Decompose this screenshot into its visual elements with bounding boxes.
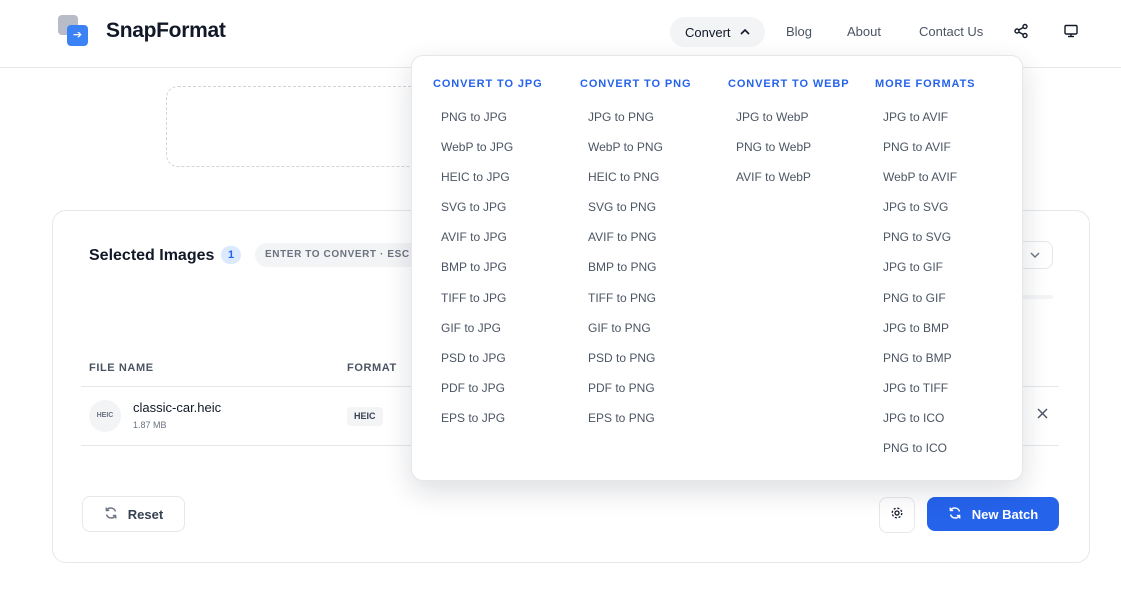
chevron-down-icon: [1030, 250, 1040, 262]
menu-item[interactable]: TIFF to PNG: [588, 288, 691, 318]
menu-item[interactable]: JPG to ICO: [883, 408, 975, 438]
reset-label: Reset: [127, 506, 164, 522]
column-header-format: FORMAT: [347, 362, 397, 374]
menu-column-more: MORE FORMATS JPG to AVIF PNG to AVIF Web…: [875, 78, 975, 468]
convert-dropdown-menu: CONVERT TO JPG PNG to JPG WebP to JPG HE…: [411, 55, 1023, 481]
menu-item[interactable]: AVIF to PNG: [588, 227, 691, 257]
menu-item[interactable]: SVG to JPG: [441, 197, 543, 227]
menu-item[interactable]: PNG to SVG: [883, 227, 975, 257]
brand-logo[interactable]: ➔ SnapFormat: [58, 15, 226, 47]
menu-column-heading: CONVERT TO PNG: [580, 78, 692, 90]
card-title: Selected Images: [89, 247, 215, 264]
menu-item[interactable]: HEIC to JPG: [441, 167, 543, 197]
close-icon[interactable]: [1033, 406, 1051, 422]
file-name: classic-car.heic: [133, 400, 222, 415]
brand-name: SnapFormat: [106, 19, 226, 42]
nav-convert-button[interactable]: Convert: [670, 17, 765, 47]
menu-item[interactable]: HEIC to PNG: [588, 167, 691, 197]
chevron-up-icon: [739, 27, 750, 38]
nav-contact-link[interactable]: Contact Us: [919, 24, 983, 39]
new-batch-button[interactable]: New Batch: [927, 497, 1059, 531]
menu-item[interactable]: PNG to BMP: [883, 348, 975, 378]
share-icon[interactable]: [1013, 23, 1029, 39]
keyboard-hint: ENTER TO CONVERT · ESC T: [255, 243, 435, 267]
format-badge: HEIC: [347, 407, 383, 426]
menu-column-png: CONVERT TO PNG JPG to PNG WebP to PNG HE…: [580, 78, 691, 438]
monitor-icon[interactable]: [1063, 23, 1079, 39]
menu-item[interactable]: JPG to PNG: [588, 107, 691, 137]
menu-item[interactable]: GIF to JPG: [441, 318, 543, 348]
menu-item[interactable]: WebP to JPG: [441, 137, 543, 167]
menu-item[interactable]: BMP to JPG: [441, 257, 543, 287]
menu-item[interactable]: BMP to PNG: [588, 257, 691, 287]
menu-item[interactable]: JPG to SVG: [883, 197, 975, 227]
menu-item[interactable]: JPG to WebP: [736, 107, 849, 137]
refresh-icon: [104, 506, 118, 523]
main-nav: Convert Blog About Contact Us: [670, 16, 1078, 48]
menu-column-heading: MORE FORMATS: [875, 78, 976, 90]
menu-item[interactable]: JPG to AVIF: [883, 107, 975, 137]
menu-column-heading: CONVERT TO WEBP: [728, 78, 850, 90]
menu-item[interactable]: JPG to BMP: [883, 318, 975, 348]
menu-item[interactable]: SVG to PNG: [588, 197, 691, 227]
menu-item[interactable]: PNG to GIF: [883, 288, 975, 318]
refresh-icon: [948, 506, 962, 523]
menu-item[interactable]: PNG to JPG: [441, 107, 543, 137]
menu-item[interactable]: JPG to TIFF: [883, 378, 975, 408]
menu-item[interactable]: PSD to PNG: [588, 348, 691, 378]
logo-icon: ➔: [58, 15, 90, 47]
nav-about-link[interactable]: About: [847, 24, 881, 39]
menu-item[interactable]: EPS to JPG: [441, 408, 543, 438]
file-size: 1.87 MB: [133, 420, 167, 430]
reset-button[interactable]: Reset: [82, 496, 185, 532]
menu-item[interactable]: GIF to PNG: [588, 318, 691, 348]
menu-item[interactable]: PNG to WebP: [736, 137, 849, 167]
menu-item[interactable]: AVIF to WebP: [736, 167, 849, 197]
menu-column-jpg: CONVERT TO JPG PNG to JPG WebP to JPG HE…: [433, 78, 543, 438]
image-count-badge: 1: [221, 246, 241, 264]
menu-item[interactable]: TIFF to JPG: [441, 288, 543, 318]
menu-column-webp: CONVERT TO WEBP JPG to WebP PNG to WebP …: [728, 78, 849, 197]
menu-item[interactable]: WebP to PNG: [588, 137, 691, 167]
menu-item[interactable]: WebP to AVIF: [883, 167, 975, 197]
menu-item[interactable]: JPG to GIF: [883, 257, 975, 287]
nav-convert-label: Convert: [685, 24, 731, 40]
new-batch-label: New Batch: [971, 506, 1039, 522]
file-thumbnail: HEIC: [89, 400, 121, 432]
menu-item[interactable]: AVIF to JPG: [441, 227, 543, 257]
menu-item[interactable]: EPS to PNG: [588, 408, 691, 438]
menu-item[interactable]: PDF to JPG: [441, 378, 543, 408]
menu-item[interactable]: PSD to JPG: [441, 348, 543, 378]
menu-column-heading: CONVERT TO JPG: [433, 78, 543, 90]
settings-button[interactable]: [879, 497, 915, 533]
nav-blog-link[interactable]: Blog: [786, 24, 812, 39]
gear-icon: [890, 506, 904, 525]
menu-item[interactable]: PNG to ICO: [883, 438, 975, 468]
menu-item[interactable]: PNG to AVIF: [883, 137, 975, 167]
column-header-file-name: FILE NAME: [89, 362, 154, 374]
menu-item[interactable]: PDF to PNG: [588, 378, 691, 408]
